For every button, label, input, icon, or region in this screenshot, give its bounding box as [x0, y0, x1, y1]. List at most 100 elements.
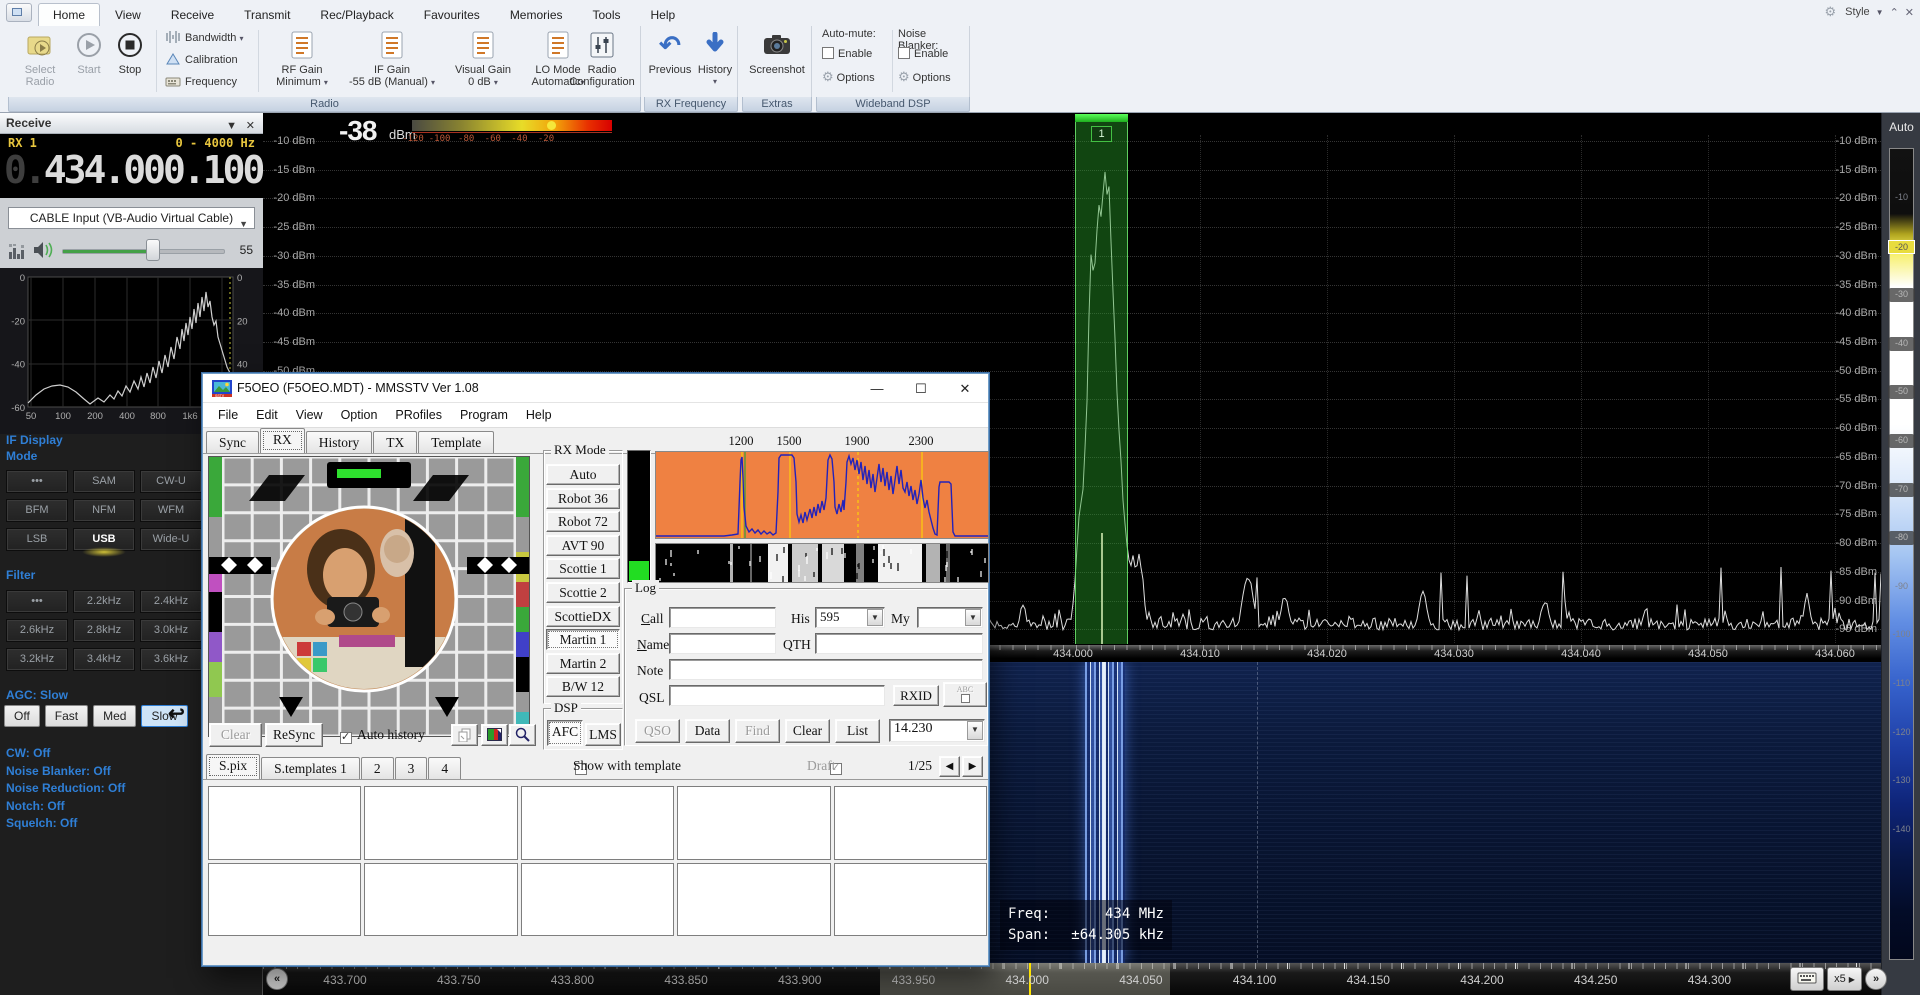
equalizer-icon[interactable]	[8, 242, 28, 265]
rx-mode-avt90[interactable]: AVT 90	[546, 535, 620, 556]
if-display-header[interactable]: IF Display	[6, 433, 63, 447]
previous-button[interactable]: ↶ Previous	[646, 28, 694, 76]
filter-header[interactable]: Filter	[6, 568, 35, 582]
dsp-button-lms[interactable]: LMS	[585, 723, 621, 746]
filter-button-34khz[interactable]: 3.4kHz	[73, 648, 135, 671]
ribbon-tab-rec-playback[interactable]: Rec/Playback	[305, 3, 408, 26]
stock-picture-slot[interactable]	[677, 786, 830, 860]
chevron-down-icon[interactable]: ▼	[967, 721, 983, 740]
app-menu-button[interactable]	[6, 3, 32, 22]
note-input[interactable]	[669, 659, 983, 680]
filter-button-32khz[interactable]: 3.2kHz	[6, 648, 68, 671]
resync-button[interactable]: ReSync	[265, 723, 323, 747]
received-sstv-image[interactable]	[208, 456, 530, 737]
mmsstv-titlebar[interactable]: SSTV F5OEO (F5OEO.MDT) - MMSSTV Ver 1.08…	[203, 374, 988, 403]
mode-button-lsb[interactable]: LSB	[6, 528, 68, 551]
undo-arrow-icon[interactable]: ↩	[168, 701, 185, 726]
menu-file[interactable]: File	[209, 405, 247, 425]
mode-button-nfm[interactable]: NFM	[73, 499, 135, 522]
rxid-button[interactable]: RXID	[893, 685, 939, 706]
mode-button-wfm[interactable]: WFM	[140, 499, 202, 522]
pix-tab-3[interactable]: 3	[395, 757, 428, 779]
ribbon-tab-help[interactable]: Help	[636, 3, 691, 26]
minimize-icon[interactable]: —	[855, 374, 899, 403]
ribbon-tab-tools[interactable]: Tools	[578, 3, 636, 26]
find-button[interactable]: Find	[735, 719, 780, 743]
call-input[interactable]	[669, 607, 776, 628]
auto-mute-options-button[interactable]: ⚙Options	[822, 69, 875, 85]
rx-mode-robot72[interactable]: Robot 72	[546, 511, 620, 532]
close-icon[interactable]: ✕	[943, 374, 987, 403]
dsp-button-afc[interactable]: AFC	[547, 720, 583, 746]
name-input[interactable]	[669, 633, 776, 654]
rx-marker-cap[interactable]	[1075, 114, 1128, 122]
noise-blanker-options-button[interactable]: ⚙Options	[898, 69, 951, 85]
screenshot-button[interactable]: Screenshot	[744, 28, 810, 76]
zoom-button[interactable]: x5 ▶	[1827, 967, 1862, 991]
menu-program[interactable]: Program	[451, 405, 517, 425]
agc-button-med[interactable]: Med	[93, 705, 136, 727]
chevron-down-icon[interactable]: ▼	[867, 609, 883, 626]
abc-decode-button[interactable]: ABC	[943, 682, 987, 707]
stock-picture-slot[interactable]	[677, 863, 830, 937]
pix-tab-stemplates1[interactable]: S.templates 1	[261, 757, 360, 779]
log-freq-select[interactable]: 14.230▼	[889, 719, 985, 742]
collapse-ribbon-icon[interactable]: ⌃	[1890, 6, 1899, 19]
auto-mute-enable-checkbox[interactable]: Enable	[822, 47, 872, 60]
qth-input[interactable]	[815, 633, 983, 654]
my-select[interactable]: ▼	[917, 607, 983, 628]
magnifier-icon[interactable]	[509, 724, 536, 746]
status-notch[interactable]: Notch: Off	[6, 799, 125, 817]
menu-profiles[interactable]: PRofiles	[386, 405, 451, 425]
volume-slider[interactable]	[62, 249, 225, 254]
qso-button[interactable]: QSO	[635, 719, 680, 743]
status-noise-reduction[interactable]: Noise Reduction: Off	[6, 781, 125, 799]
stock-picture-slot[interactable]	[364, 786, 517, 860]
keyboard-entry-button[interactable]	[1790, 967, 1824, 991]
pix-tab-4[interactable]: 4	[428, 757, 461, 779]
rf-gain-button[interactable]: RF Gain Minimum ▾	[264, 28, 340, 89]
mode-button-sam[interactable]: SAM	[73, 470, 135, 493]
qsl-input[interactable]	[669, 685, 885, 706]
mode-button-cwu[interactable]: CW-U	[140, 470, 202, 493]
audio-source-select[interactable]: CABLE Input (VB-Audio Virtual Cable) ▼	[8, 207, 255, 229]
mode-button-[interactable]: •••	[6, 470, 68, 493]
tuned-frequency[interactable]: 0.434.000.100	[4, 148, 262, 192]
chevron-down-icon[interactable]: ▼	[965, 609, 981, 626]
scroll-right-button[interactable]: »	[1865, 968, 1887, 990]
stock-picture-slot[interactable]	[208, 786, 361, 860]
rx-mode-robot36[interactable]: Robot 36	[546, 488, 620, 509]
mode-button-usb[interactable]: USB	[73, 528, 135, 551]
history-button[interactable]: History ▾	[694, 28, 736, 88]
scroll-left-button[interactable]: «	[266, 968, 288, 990]
agc-button-fast[interactable]: Fast	[45, 705, 88, 727]
ribbon-tab-receive[interactable]: Receive	[156, 3, 229, 26]
list-button[interactable]: List	[835, 719, 880, 743]
mode-button-wideu[interactable]: Wide-U	[140, 528, 202, 551]
rx-mode-scottie1[interactable]: Scottie 1	[546, 558, 620, 579]
his-select[interactable]: 595▼	[815, 607, 885, 628]
gear-icon[interactable]: ⚙	[1825, 4, 1837, 20]
filter-button-36khz[interactable]: 3.6kHz	[140, 648, 202, 671]
ribbon-tab-memories[interactable]: Memories	[495, 3, 578, 26]
filter-button-24khz[interactable]: 2.4kHz	[140, 590, 202, 613]
mmsstv-tab-history[interactable]: History	[306, 431, 373, 453]
chevron-down-icon[interactable]: ▼	[1876, 8, 1884, 17]
page-next-button[interactable]: ▶	[962, 756, 983, 777]
mmsstv-tab-sync[interactable]: Sync	[206, 431, 259, 453]
panel-close-icon[interactable]: ✕	[246, 116, 255, 136]
menu-edit[interactable]: Edit	[247, 405, 287, 425]
radio-configuration-button[interactable]: Radio Configuration	[564, 28, 640, 88]
mode-button-bfm[interactable]: BFM	[6, 499, 68, 522]
calibration-button[interactable]: Calibration	[164, 50, 238, 70]
data-button[interactable]: Data	[685, 719, 730, 743]
select-radio-button[interactable]: Select Radio	[14, 28, 66, 88]
stop-button[interactable]: Stop	[110, 28, 150, 76]
agc-button-off[interactable]: Off	[4, 705, 40, 727]
rx-mode-bw12[interactable]: B/W 12	[546, 676, 620, 697]
volume-slider-thumb[interactable]	[146, 239, 160, 261]
filter-button-[interactable]: •••	[6, 590, 68, 613]
ribbon-tab-transmit[interactable]: Transmit	[229, 3, 305, 26]
status-squelch[interactable]: Squelch: Off	[6, 816, 125, 834]
frequency-button[interactable]: Frequency	[164, 72, 237, 92]
